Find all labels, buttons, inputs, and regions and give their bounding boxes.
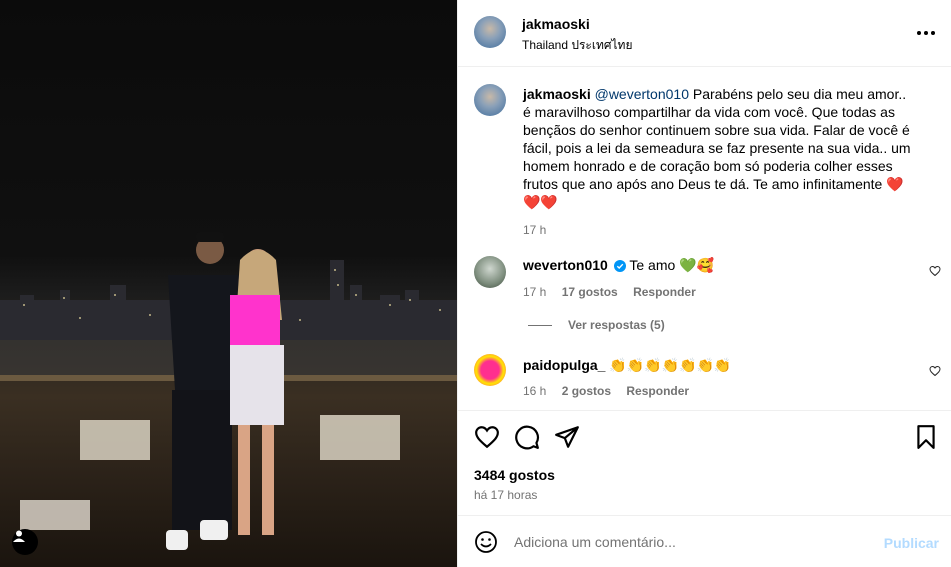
- emoji-icon[interactable]: [474, 530, 498, 554]
- post-photo[interactable]: [0, 0, 457, 567]
- caption-avatar[interactable]: [474, 84, 506, 116]
- user-tag-icon[interactable]: [12, 529, 38, 555]
- caption-time: 17 h: [523, 223, 547, 237]
- bookmark-icon[interactable]: [913, 424, 939, 450]
- post-panel: jakmaoski Thailand ประเทศไทย jakmaoski @…: [457, 0, 951, 567]
- comment-icon[interactable]: [514, 424, 540, 450]
- publish-button[interactable]: Publicar: [884, 535, 939, 551]
- photo-scene: [0, 232, 457, 550]
- author-username[interactable]: jakmaoski: [522, 16, 632, 32]
- post-actions: [474, 424, 939, 452]
- comment-input[interactable]: [514, 530, 874, 554]
- reply-button[interactable]: Responder: [633, 285, 696, 299]
- comment-time: 17 h: [523, 285, 547, 299]
- view-replies-button[interactable]: Ver respostas (5): [528, 318, 665, 332]
- heart-icon[interactable]: [929, 365, 941, 377]
- more-icon[interactable]: [917, 24, 935, 42]
- reply-button[interactable]: Responder: [626, 384, 689, 398]
- caption-author[interactable]: jakmaoski: [523, 86, 591, 102]
- comment-author[interactable]: paidopulga_: [523, 357, 605, 373]
- heart-icon[interactable]: [474, 424, 500, 450]
- post-location[interactable]: Thailand ประเทศไทย: [522, 36, 632, 55]
- likes-count[interactable]: 3484 gostos: [474, 467, 555, 483]
- post-time: há 17 horas: [474, 488, 538, 502]
- comment-author[interactable]: weverton010: [523, 257, 608, 273]
- comment-likes[interactable]: 17 gostos: [562, 285, 618, 299]
- caption: jakmaoski @weverton010 Parabéns pelo seu…: [523, 85, 913, 239]
- author-avatar[interactable]: [474, 16, 506, 48]
- comment: weverton010 Te amo 💚🥰 17 h 17 gostos Res…: [523, 257, 913, 299]
- verified-icon: [613, 259, 626, 275]
- post-header: jakmaoski Thailand ประเทศไทย: [458, 0, 951, 67]
- comment-likes[interactable]: 2 gostos: [562, 384, 611, 398]
- comment-text: 👏👏👏👏👏👏👏: [609, 357, 732, 373]
- share-icon[interactable]: [554, 424, 580, 450]
- commenter-avatar[interactable]: [474, 354, 506, 386]
- comment-composer: Publicar: [458, 515, 951, 567]
- comments-section: jakmaoski @weverton010 Parabéns pelo seu…: [458, 68, 951, 411]
- comment-text: Te amo 💚🥰: [629, 257, 715, 273]
- comment: paidopulga_ 👏👏👏👏👏👏👏 16 h 2 gostos Respon…: [523, 357, 913, 398]
- comment-time: 16 h: [523, 384, 547, 398]
- caption-mention[interactable]: @weverton010: [595, 86, 689, 102]
- commenter-avatar[interactable]: [474, 256, 506, 288]
- heart-icon[interactable]: [929, 265, 941, 277]
